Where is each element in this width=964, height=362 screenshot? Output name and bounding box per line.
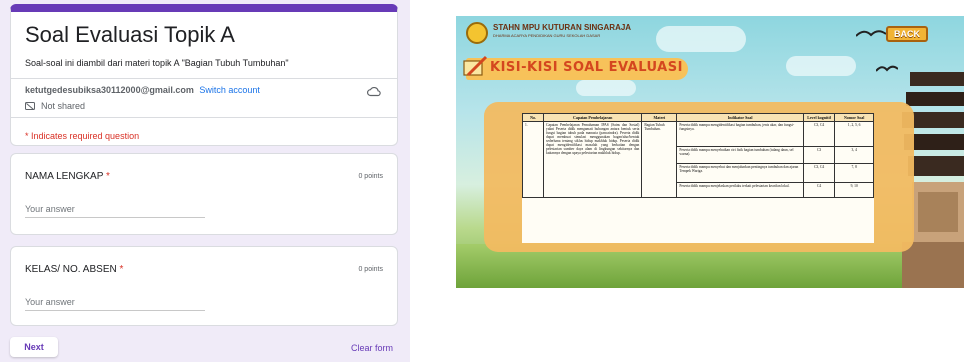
kisi-kisi-slide: STAHN MPU KUTURAN SINGARAJA DHARMA ACARY…: [456, 16, 964, 288]
question-text: NAMA LENGKAP: [25, 171, 104, 182]
institution-name: STAHN MPU KUTURAN SINGARAJA: [493, 23, 632, 32]
table-header-row: No. Capaian Pembelajaran Materi Indikato…: [522, 113, 874, 122]
table-cell: 1, 2, 5, 6: [834, 121, 874, 147]
question-card-class: KELAS/ NO. ABSEN * 0 points Your answer: [10, 246, 398, 326]
not-shared-icon: [25, 101, 35, 110]
table-cell: Peserta didik mampu mengidentifikasi bag…: [676, 121, 804, 147]
switch-account-link[interactable]: Switch account: [199, 85, 260, 95]
required-star: *: [119, 264, 124, 275]
next-button[interactable]: Next: [10, 337, 58, 357]
question-label: NAMA LENGKAP *: [25, 171, 110, 182]
table-cell: C3, C4: [802, 121, 836, 147]
back-button[interactable]: BACK: [886, 26, 928, 42]
table-cell: Peserta didik mampu menyebutkan ciri fis…: [676, 146, 804, 164]
name-answer-input[interactable]: Your answer: [25, 204, 205, 218]
table-cell: 3, 4: [834, 146, 874, 164]
cloud-decoration: [576, 80, 636, 96]
column-header: Nomor Soal: [834, 113, 874, 122]
divider: [11, 117, 397, 118]
table-cell: Peserta didik mampu menjelaskan perilaku…: [676, 182, 804, 198]
table-cell: 9, 10: [834, 182, 874, 198]
institution-logo: [466, 22, 488, 44]
question-points: 0 points: [358, 173, 383, 180]
column-header: Indikator Soal: [676, 113, 804, 122]
table-cell: Capaian Pembelajaran Pemahaman IPAS (Sai…: [543, 121, 643, 198]
divider: [11, 78, 397, 79]
shared-status-row: Not shared: [25, 101, 85, 111]
clear-form-button[interactable]: Clear form: [351, 343, 393, 353]
institution-subtitle: DHARMA ACARYA PENDIDIKAN GURU SEKOLAH DA…: [493, 33, 601, 38]
slide-heading: KISI-KISI SOAL EVALUASI: [490, 60, 683, 75]
account-email: ketutgedesubiksa30112000@gmail.com: [25, 85, 194, 95]
table-cell: Bagian Tubuh Tumbuhan.: [641, 121, 678, 198]
table-cell: 1.: [522, 121, 545, 198]
table-cell: 7, 8: [834, 163, 874, 183]
column-header: Capaian Pembelajaran: [543, 113, 643, 122]
kisi-kisi-table: No. Capaian Pembelajaran Materi Indikato…: [522, 113, 874, 198]
column-header: Level kognitif: [802, 113, 836, 122]
form-description: Soal-soal ini diambil dari materi topik …: [25, 58, 289, 68]
cloud-decoration: [656, 26, 746, 52]
cloud-decoration: [786, 56, 856, 76]
form-title: Soal Evaluasi Topik A: [25, 22, 235, 47]
pencil-book-icon: [463, 55, 488, 77]
question-card-name: NAMA LENGKAP * 0 points Your answer: [10, 153, 398, 235]
table-cell: Peserta didik mampu menyebut dan menjaba…: [676, 163, 804, 183]
bird-icon: [856, 30, 886, 37]
table-cell: C3, C4: [802, 163, 836, 183]
required-note: * Indicates required question: [25, 131, 140, 141]
column-header: Materi: [641, 113, 678, 122]
google-form: Soal Evaluasi Topik A Soal-soal ini diam…: [0, 0, 410, 362]
class-answer-input[interactable]: Your answer: [25, 297, 205, 311]
question-points: 0 points: [358, 266, 383, 273]
shared-status: Not shared: [41, 101, 86, 111]
question-text: KELAS/ NO. ABSEN: [25, 264, 117, 275]
table-cell: C3: [802, 146, 836, 164]
column-header: No.: [522, 113, 545, 122]
account-email-row: ketutgedesubiksa30112000@gmail.com Switc…: [25, 85, 260, 95]
cloud-save-icon[interactable]: [367, 86, 381, 98]
table-cell: C4: [802, 182, 836, 198]
required-star: *: [105, 171, 110, 182]
bird-icon: [876, 65, 898, 72]
question-label: KELAS/ NO. ABSEN *: [25, 264, 123, 275]
table-row: 1. Capaian Pembelajaran Pemahaman IPAS (…: [522, 121, 874, 198]
kisi-kisi-table-container: No. Capaian Pembelajaran Materi Indikato…: [522, 113, 874, 243]
form-header-card: Soal Evaluasi Topik A Soal-soal ini diam…: [10, 4, 398, 146]
